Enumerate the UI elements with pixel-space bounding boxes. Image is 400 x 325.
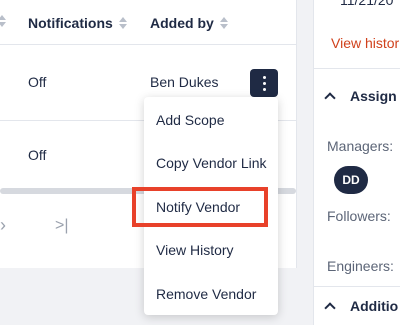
vendor-details-panel: 11/21/20 View histor Assign T Managers: … bbox=[313, 0, 400, 325]
section-title: Assign T bbox=[350, 88, 400, 104]
header-divider bbox=[0, 44, 296, 45]
row-actions-menu: Add Scope Copy Vendor Link Notify Vendor… bbox=[144, 97, 278, 315]
sort-icon[interactable] bbox=[219, 17, 228, 29]
engineers-label: Engineers: bbox=[327, 258, 394, 274]
section-header-assign[interactable]: Assign T bbox=[324, 88, 400, 104]
panel-divider bbox=[314, 68, 400, 69]
menu-item-label: Add Scope bbox=[156, 112, 225, 128]
menu-item-copy-vendor-link[interactable]: Copy Vendor Link bbox=[144, 143, 278, 183]
more-vertical-icon bbox=[262, 75, 266, 91]
managers-label: Managers: bbox=[327, 138, 394, 154]
menu-item-remove-vendor[interactable]: Remove Vendor bbox=[144, 274, 278, 314]
cell-notifications: Off bbox=[28, 74, 47, 90]
sort-icon[interactable] bbox=[0, 15, 6, 27]
column-header-added-by[interactable]: Added by bbox=[150, 15, 228, 31]
menu-item-add-scope[interactable]: Add Scope bbox=[144, 100, 278, 140]
chevron-up-icon bbox=[324, 302, 336, 314]
column-header-label: Added by bbox=[150, 15, 214, 31]
panel-divider bbox=[314, 286, 400, 287]
section-header-additional[interactable]: Additio bbox=[324, 298, 399, 314]
menu-item-notify-vendor[interactable]: Notify Vendor bbox=[144, 187, 278, 227]
cell-notifications: Off bbox=[28, 147, 47, 163]
menu-item-label: Copy Vendor Link bbox=[156, 155, 267, 171]
column-header-previous[interactable] bbox=[0, 15, 6, 27]
column-header-notifications[interactable]: Notifications bbox=[28, 15, 127, 31]
menu-item-label: View History bbox=[156, 242, 234, 258]
date-text: 11/21/20 bbox=[340, 0, 394, 8]
row-actions-button[interactable] bbox=[250, 69, 278, 97]
chevron-up-icon bbox=[324, 92, 336, 104]
chevron-right-icon[interactable]: › bbox=[0, 215, 6, 236]
sort-icon[interactable] bbox=[118, 17, 127, 29]
followers-label: Followers: bbox=[327, 208, 391, 224]
column-header-label: Notifications bbox=[28, 15, 113, 31]
avatar[interactable]: DD bbox=[334, 166, 368, 194]
menu-item-label: Notify Vendor bbox=[156, 199, 241, 215]
menu-item-view-history[interactable]: View History bbox=[144, 230, 278, 270]
section-title: Additio bbox=[350, 298, 399, 314]
view-history-link[interactable]: View histor bbox=[331, 35, 399, 51]
menu-item-label: Remove Vendor bbox=[156, 286, 257, 302]
cell-added-by: Ben Dukes bbox=[150, 74, 219, 90]
last-page-icon[interactable]: >| bbox=[55, 217, 69, 235]
